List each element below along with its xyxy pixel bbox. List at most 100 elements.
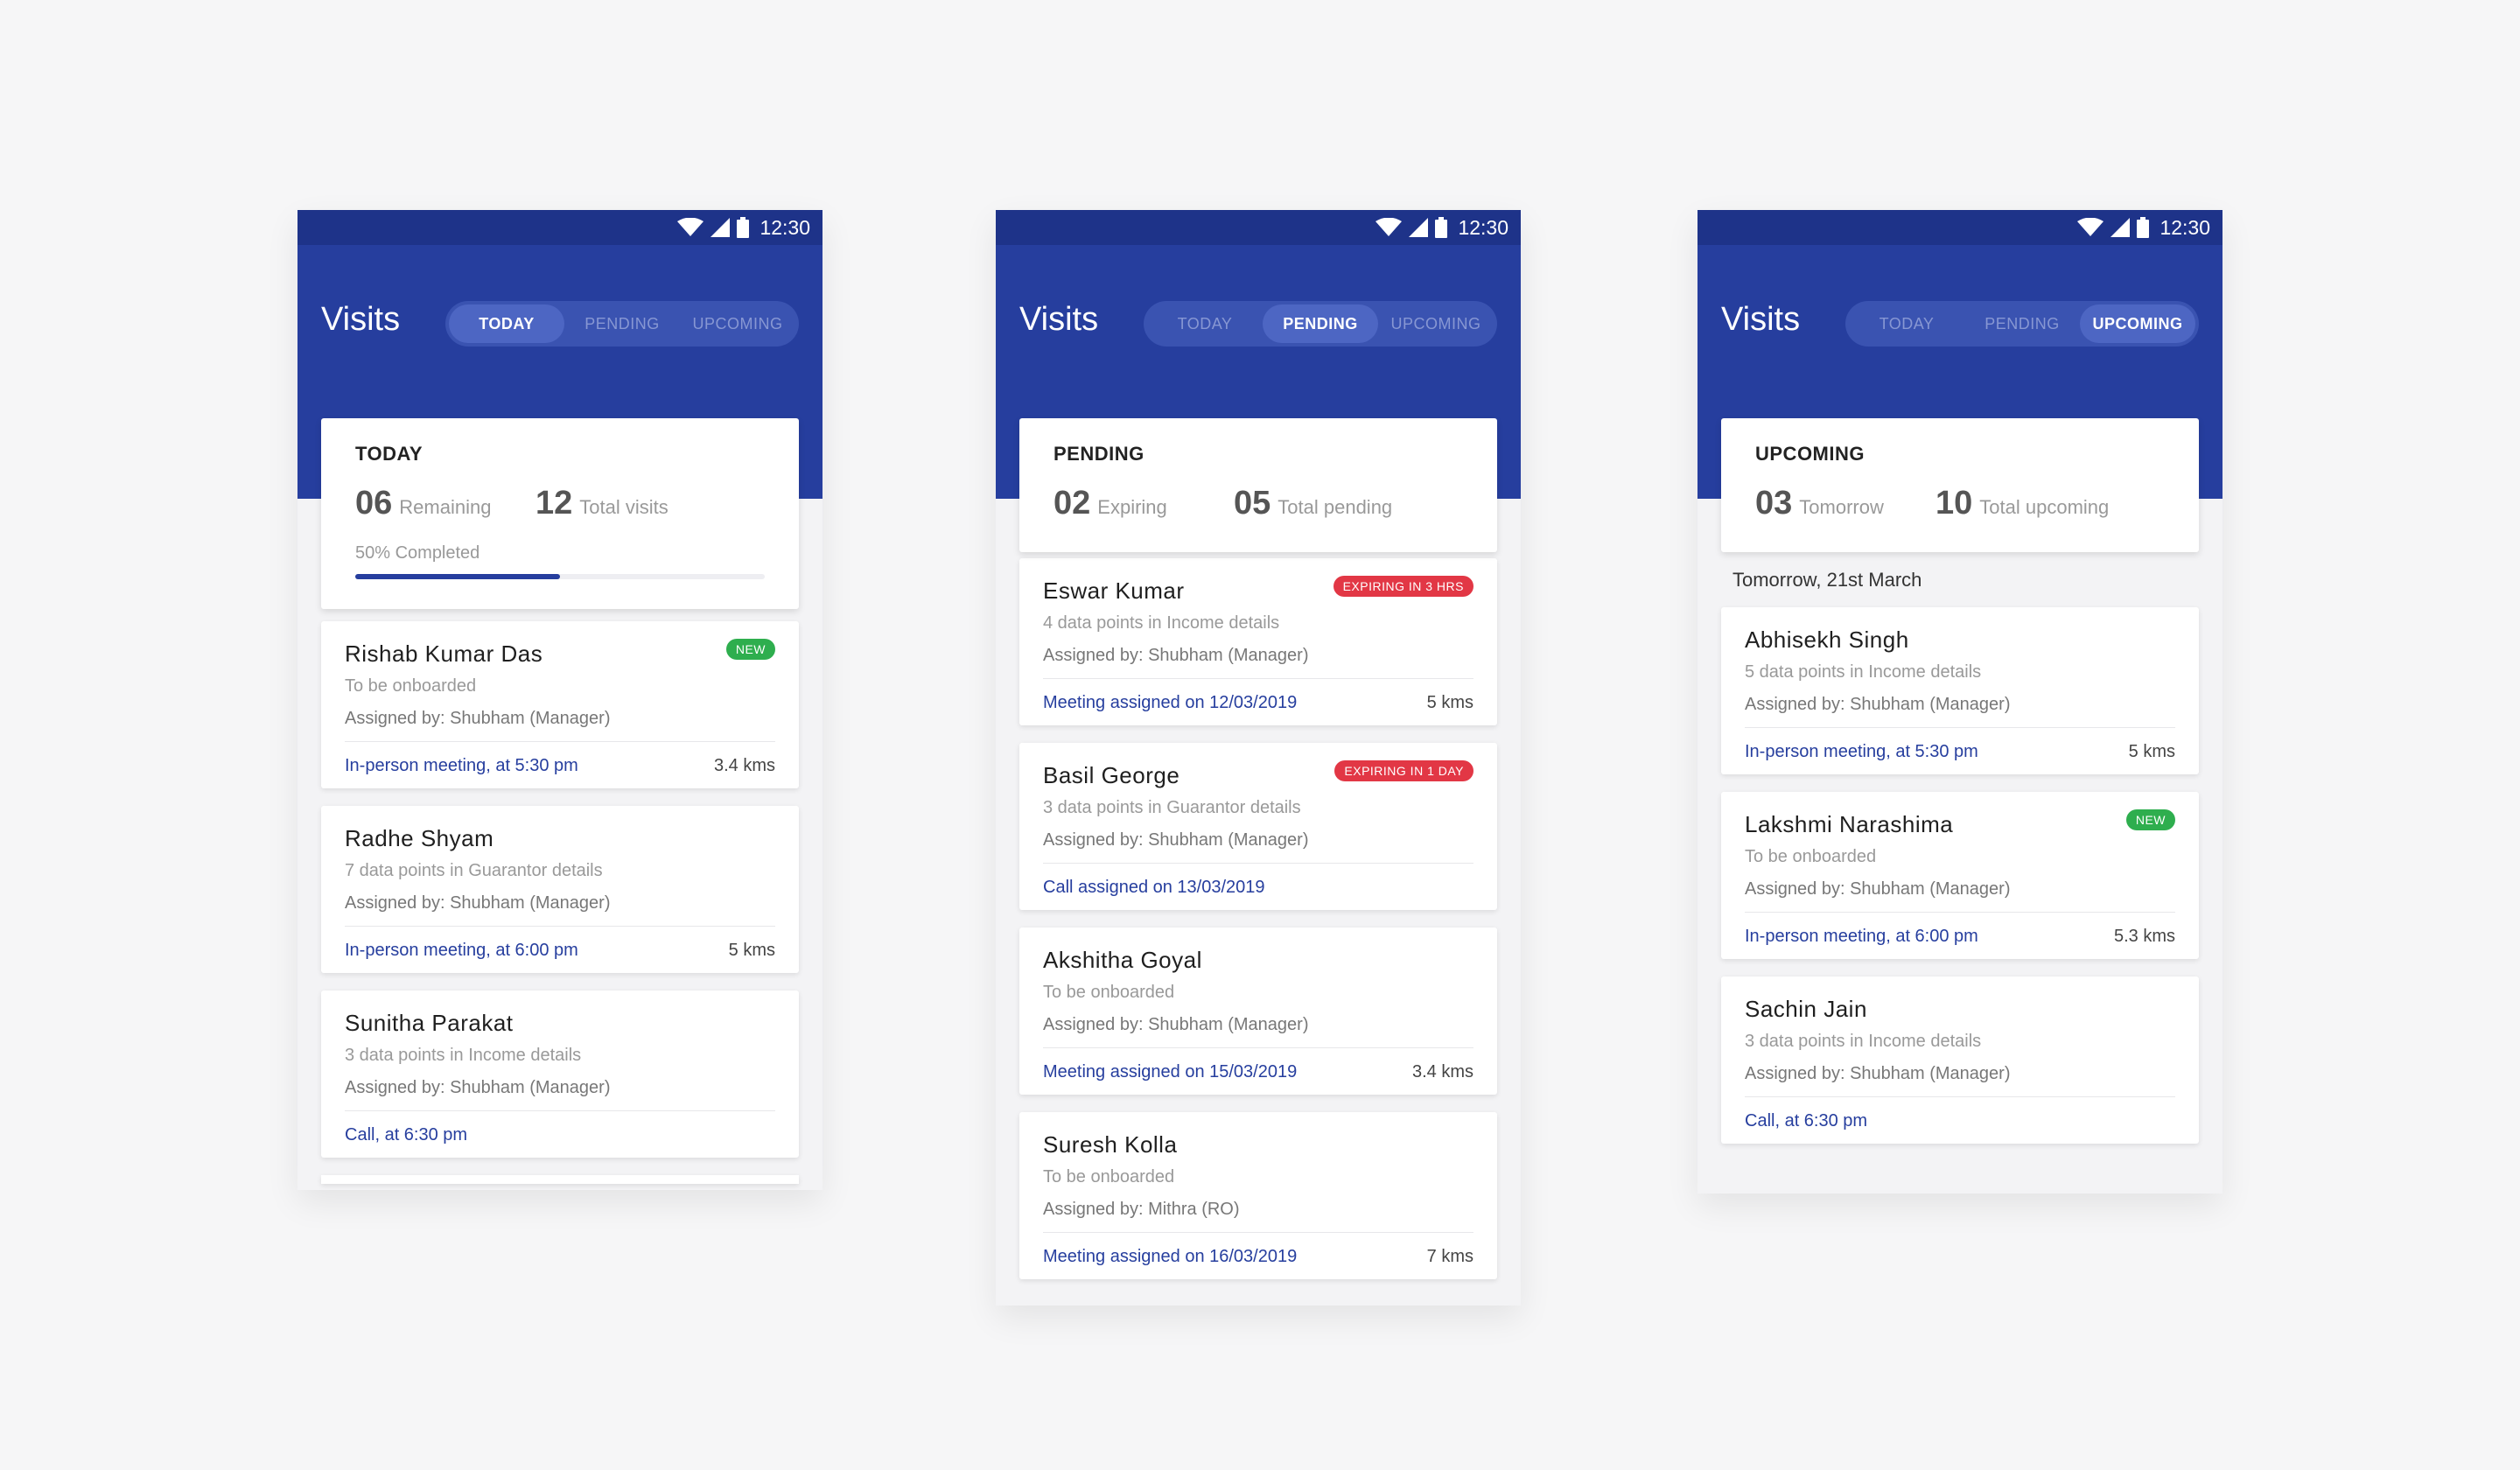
visit-footer: Call assigned on 13/03/2019 bbox=[1043, 878, 1474, 898]
app-bar: Visits TODAY PENDING UPCOMING PENDING 02… bbox=[996, 245, 1521, 552]
wifi-icon bbox=[2077, 218, 2104, 236]
status-bar: 12:30 bbox=[1698, 210, 2222, 245]
divider bbox=[345, 926, 775, 927]
visit-distance: 5 kms bbox=[1426, 693, 1474, 712]
visit-meeting: In-person meeting, at 5:30 pm bbox=[345, 756, 578, 775]
visit-name: Rishab Kumar Das bbox=[345, 640, 543, 667]
visit-list: Tomorrow, 21st March Abhisekh Singh 5 da… bbox=[1698, 499, 2222, 1144]
visit-assigned: Assigned by: Shubham (Manager) bbox=[345, 709, 611, 728]
divider bbox=[1745, 727, 2175, 728]
tab-pending[interactable]: PENDING bbox=[1964, 304, 2080, 343]
divider bbox=[345, 1110, 775, 1111]
visit-meeting: Call, at 6:30 pm bbox=[345, 1125, 468, 1144]
summary-stats: 03 Tomorrow 10 Total upcoming bbox=[1755, 485, 2165, 522]
phone-screen-upcoming: 12:30 Visits TODAY PENDING UPCOMING UPCO… bbox=[1698, 210, 2222, 1194]
visit-assigned: Assigned by: Mithra (RO) bbox=[1043, 1200, 1240, 1219]
summary-card: TODAY 06 Remaining 12 Total visits 50% C… bbox=[321, 418, 799, 609]
divider bbox=[1043, 678, 1474, 679]
visit-subtitle: 3 data points in Guarantor details bbox=[1043, 798, 1301, 817]
visit-assigned: Assigned by: Shubham (Manager) bbox=[345, 1078, 611, 1097]
visit-card[interactable]: Akshitha Goyal To be onboarded Assigned … bbox=[1019, 928, 1497, 1095]
visit-distance: 5.3 kms bbox=[2113, 927, 2175, 946]
expiring-badge: EXPIRING IN 3 HRS bbox=[1333, 576, 1474, 597]
stat-value: 12 bbox=[536, 485, 573, 522]
summary-title: PENDING bbox=[1054, 443, 1144, 465]
tab-upcoming[interactable]: UPCOMING bbox=[1378, 304, 1494, 343]
visit-card[interactable]: Radhe Shyam 7 data points in Guarantor d… bbox=[321, 806, 799, 973]
page-title: Visits bbox=[1721, 301, 1801, 338]
status-bar: 12:30 bbox=[996, 210, 1521, 245]
summary-title: TODAY bbox=[355, 443, 424, 465]
visit-distance: 7 kms bbox=[1426, 1247, 1474, 1266]
signal-icon bbox=[1409, 218, 1429, 237]
divider bbox=[1745, 1096, 2175, 1097]
visit-footer: Meeting assigned on 12/03/2019 5 kms bbox=[1043, 693, 1474, 713]
visit-assigned: Assigned by: Shubham (Manager) bbox=[1745, 879, 2011, 899]
tab-upcoming[interactable]: UPCOMING bbox=[680, 304, 795, 343]
stat-value: 05 bbox=[1234, 485, 1271, 522]
visit-name: Radhe Shyam bbox=[345, 825, 494, 851]
divider bbox=[345, 741, 775, 742]
status-time: 12:30 bbox=[760, 215, 810, 239]
visit-card[interactable]: Basil George EXPIRING IN 1 DAY 3 data po… bbox=[1019, 743, 1497, 910]
app-bar: Visits TODAY PENDING UPCOMING UPCOMING 0… bbox=[1698, 245, 2222, 552]
visit-subtitle: To be onboarded bbox=[1043, 983, 1175, 1002]
summary-title: UPCOMING bbox=[1755, 443, 1865, 465]
stat-value: 06 bbox=[355, 485, 393, 522]
visit-assigned: Assigned by: Shubham (Manager) bbox=[1745, 695, 2011, 714]
tab-upcoming[interactable]: UPCOMING bbox=[2080, 304, 2195, 343]
visit-assigned: Assigned by: Shubham (Manager) bbox=[1043, 1015, 1309, 1034]
signal-icon bbox=[2110, 218, 2131, 237]
visit-card[interactable]: Rishab Kumar Das NEW To be onboarded Ass… bbox=[321, 621, 799, 788]
wifi-icon bbox=[1376, 218, 1403, 236]
divider bbox=[1043, 1232, 1474, 1233]
visit-meeting: Meeting assigned on 12/03/2019 bbox=[1043, 693, 1298, 712]
visit-card[interactable]: Lakshmi Narashima NEW To be onboarded As… bbox=[1721, 792, 2199, 959]
tab-pending[interactable]: PENDING bbox=[564, 304, 680, 343]
divider bbox=[1043, 863, 1474, 864]
tab-bar: TODAY PENDING UPCOMING bbox=[445, 301, 799, 346]
visit-footer: Meeting assigned on 16/03/2019 7 kms bbox=[1043, 1247, 1474, 1267]
visit-assigned: Assigned by: Shubham (Manager) bbox=[1043, 646, 1309, 665]
visit-assigned: Assigned by: Shubham (Manager) bbox=[1745, 1064, 2011, 1083]
visit-distance: 3.4 kms bbox=[1411, 1062, 1474, 1082]
visit-meeting: In-person meeting, at 6:00 pm bbox=[345, 941, 578, 960]
divider bbox=[1745, 912, 2175, 913]
tab-today[interactable]: TODAY bbox=[449, 304, 564, 343]
app-bar: Visits TODAY PENDING UPCOMING TODAY 06 R… bbox=[298, 245, 822, 609]
page-title: Visits bbox=[321, 301, 401, 338]
visit-distance: 5 kms bbox=[728, 941, 775, 960]
status-bar: 12:30 bbox=[298, 210, 822, 245]
visit-footer: Call, at 6:30 pm bbox=[345, 1125, 775, 1145]
visit-distance: 5 kms bbox=[2128, 742, 2175, 761]
visit-subtitle: To be onboarded bbox=[345, 676, 477, 696]
visit-footer: In-person meeting, at 6:00 pm 5.3 kms bbox=[1745, 927, 2175, 947]
visit-card[interactable]: Sachin Jain 3 data points in Income deta… bbox=[1721, 976, 2199, 1144]
stat-label: Total visits bbox=[579, 496, 668, 518]
visit-name: Lakshmi Narashima bbox=[1745, 811, 1954, 837]
stat-remaining: 06 Remaining bbox=[355, 485, 536, 522]
visit-footer: In-person meeting, at 5:30 pm 3.4 kms bbox=[345, 756, 775, 776]
visit-card[interactable]: Sunitha Parakat 3 data points in Income … bbox=[321, 990, 799, 1158]
visit-card[interactable]: Eswar Kumar EXPIRING IN 3 HRS 4 data poi… bbox=[1019, 558, 1497, 725]
visit-card[interactable]: Abhisekh Singh 5 data points in Income d… bbox=[1721, 607, 2199, 774]
visit-meeting: Call assigned on 13/03/2019 bbox=[1043, 878, 1265, 897]
visit-subtitle: 4 data points in Income details bbox=[1043, 613, 1280, 633]
stat-label: Tomorrow bbox=[1799, 496, 1884, 518]
summary-stats: 06 Remaining 12 Total visits bbox=[355, 485, 765, 522]
visit-meeting: Call, at 6:30 pm bbox=[1745, 1111, 1868, 1130]
phone-screen-pending: 12:30 Visits TODAY PENDING UPCOMING PEND… bbox=[996, 210, 1521, 1306]
progress-label: 50% Completed bbox=[355, 543, 480, 563]
tab-today[interactable]: TODAY bbox=[1849, 304, 1964, 343]
tab-pending[interactable]: PENDING bbox=[1263, 304, 1378, 343]
visit-assigned: Assigned by: Shubham (Manager) bbox=[1043, 830, 1309, 850]
visit-footer: In-person meeting, at 5:30 pm 5 kms bbox=[1745, 742, 2175, 762]
visit-subtitle: To be onboarded bbox=[1745, 847, 1877, 866]
status-time: 12:30 bbox=[1458, 215, 1508, 239]
stat-label: Total pending bbox=[1278, 496, 1393, 518]
visit-card[interactable]: Suresh Kolla To be onboarded Assigned by… bbox=[1019, 1112, 1497, 1279]
signal-icon bbox=[710, 218, 731, 237]
stat-value: 02 bbox=[1054, 485, 1091, 522]
tab-today[interactable]: TODAY bbox=[1147, 304, 1263, 343]
visit-assigned: Assigned by: Shubham (Manager) bbox=[345, 893, 611, 913]
